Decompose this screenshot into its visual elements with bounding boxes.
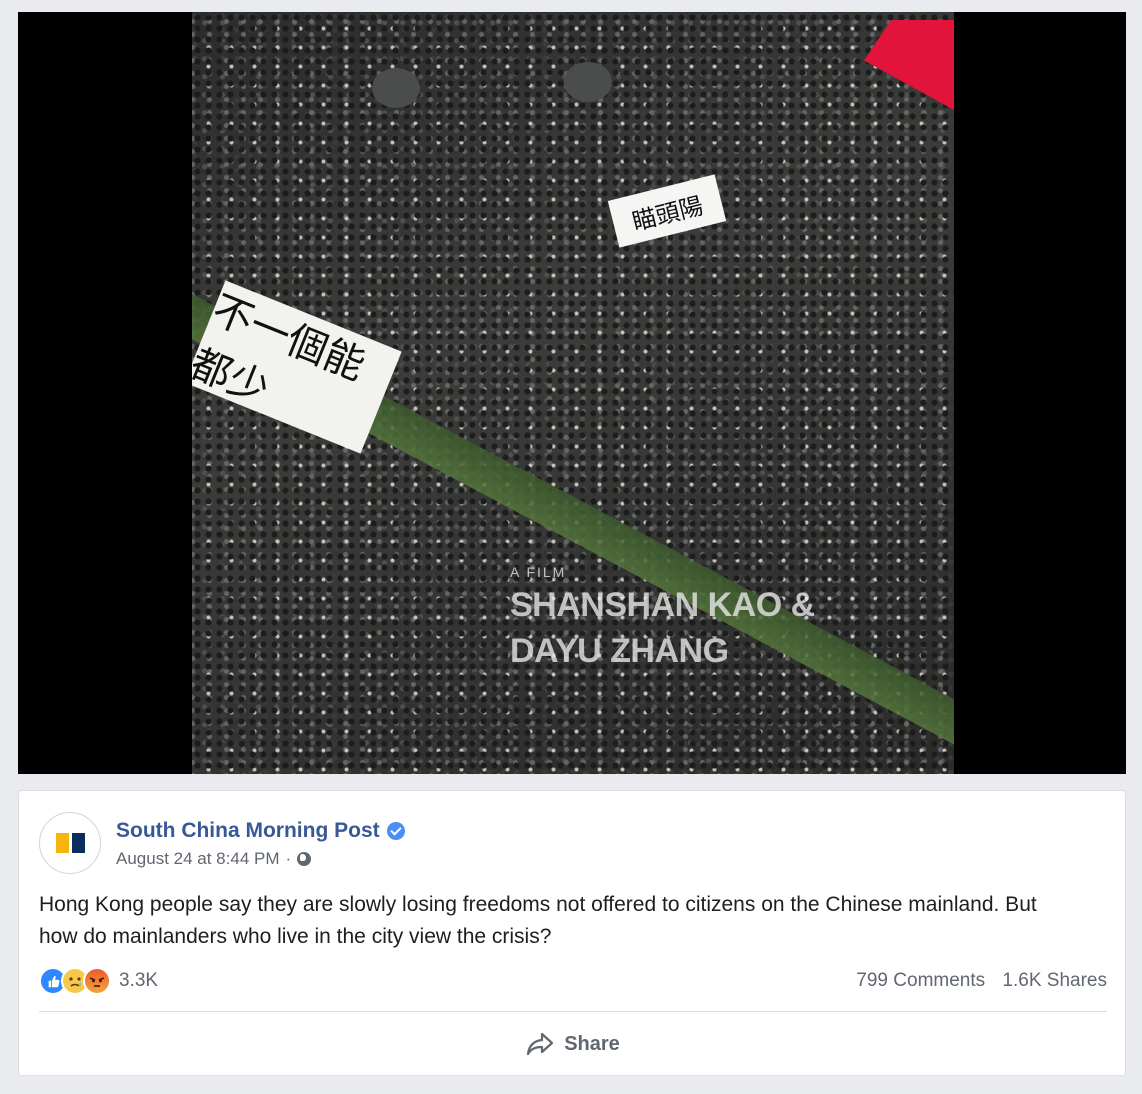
logo-navy-block <box>72 833 85 853</box>
comments-count[interactable]: 799 Comments <box>856 970 985 991</box>
reactions-count[interactable]: 3.3K <box>119 970 158 992</box>
post-meta: August 24 at 8:44 PM · <box>116 849 312 869</box>
angry-reaction-icon <box>83 967 111 995</box>
shares-count[interactable]: 1.6K Shares <box>1002 970 1107 991</box>
share-button[interactable]: Share <box>39 1021 1107 1067</box>
reactions-summary[interactable]: 3.3K <box>39 967 158 995</box>
page-name-link[interactable]: South China Morning Post <box>116 819 405 843</box>
share-label: Share <box>564 1032 620 1055</box>
page-avatar[interactable] <box>39 812 101 874</box>
post-card: South China Morning Post August 24 at 8:… <box>18 790 1126 1076</box>
film-credit-watermark: A FILM SHANSHAN KAO & DAYU ZHANG <box>510 562 815 674</box>
logo-yellow-block <box>56 833 69 853</box>
watermark-prefix: A FILM <box>510 564 567 580</box>
video-player[interactable]: 不一個能都少 瞄頭陽 A FILM SHANSHAN KAO & DAYU ZH… <box>18 12 1126 774</box>
post-timestamp[interactable]: August 24 at 8:44 PM <box>116 849 280 869</box>
umbrella-shape <box>564 62 612 102</box>
verified-badge-icon <box>386 822 405 840</box>
post-message: Hong Kong people say they are slowly los… <box>39 893 1037 948</box>
umbrella-shape <box>372 68 420 108</box>
video-thumbnail[interactable]: 不一個能都少 瞄頭陽 A FILM SHANSHAN KAO & DAYU ZH… <box>192 12 954 774</box>
comment-share-counts: 799 Comments 1.6K Shares <box>856 970 1107 992</box>
watermark-line-2: DAYU ZHANG <box>510 632 729 670</box>
meta-separator: · <box>285 849 292 868</box>
share-arrow-icon <box>526 1032 554 1056</box>
watermark-line-1: SHANSHAN KAO & <box>510 586 815 624</box>
action-divider <box>39 1011 1107 1012</box>
globe-icon[interactable] <box>297 852 312 866</box>
engagement-stats: 3.3K 799 Comments 1.6K Shares <box>39 967 1107 995</box>
page-name[interactable]: South China Morning Post <box>116 819 380 843</box>
